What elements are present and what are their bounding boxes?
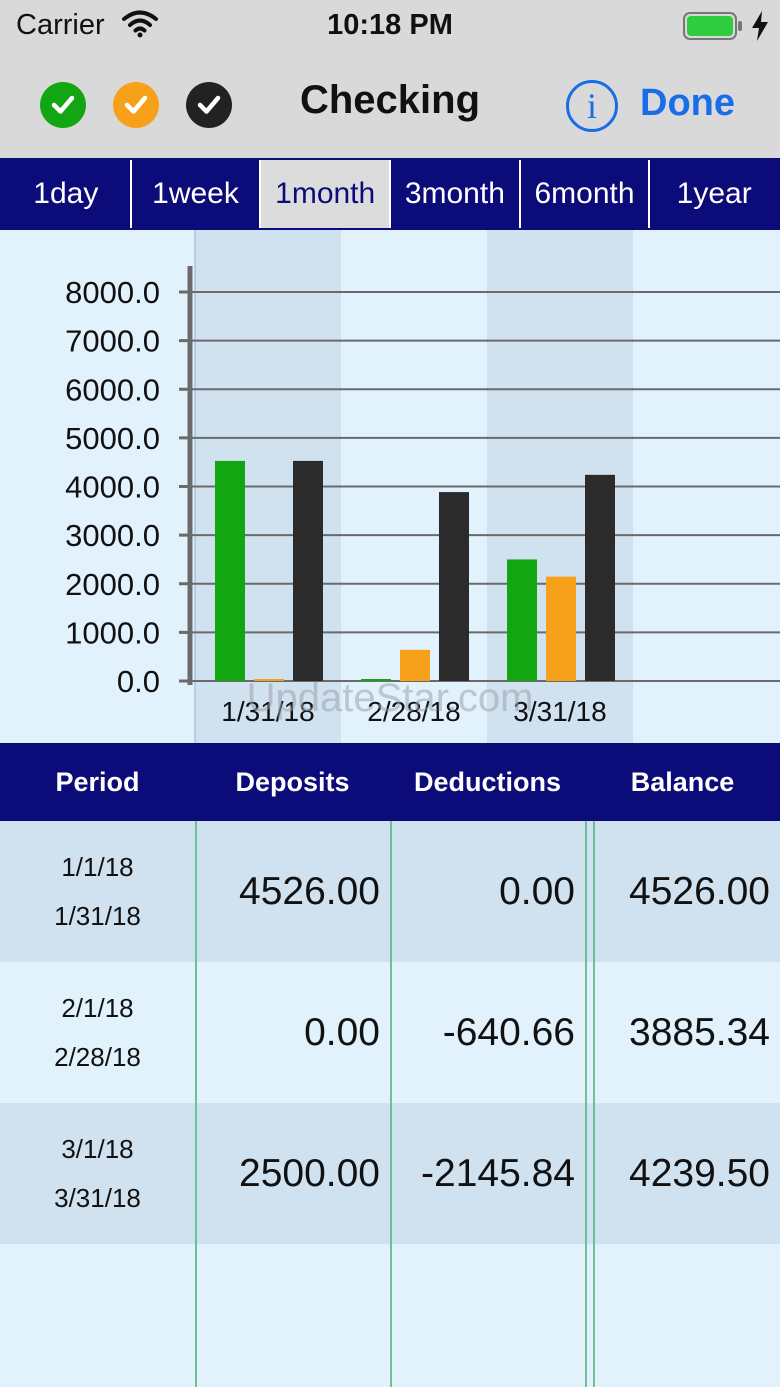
column-divider [593,821,595,1387]
y-tick-label: 4000.0 [65,470,160,505]
nav-bar: Checking i Done [0,54,780,158]
y-tick-label: 0.0 [117,664,160,699]
balance-cell: 3885.34 [629,1010,770,1054]
charging-bolt-icon [750,10,770,47]
deductions-cell: -640.66 [442,1010,575,1054]
period-end: 1/31/18 [54,900,141,931]
watermark: UpdateStar.com [247,676,534,720]
y-tick-label: 7000.0 [65,324,160,359]
summary-table: 1/1/18 1/31/18 4526.00 0.00 4526.00 2/1/… [0,821,780,1387]
period-end: 3/31/18 [54,1182,141,1213]
segment-1day[interactable]: 1day [2,160,130,228]
period-start: 1/1/18 [61,851,134,882]
period-cell: 3/1/18 3/31/18 [0,1103,195,1244]
period-start: 3/1/18 [61,1133,134,1164]
period-cell: 1/1/18 1/31/18 [0,821,195,962]
header-balance: Balance [630,766,735,797]
done-button[interactable]: Done [640,82,735,125]
green-check-icon[interactable] [40,82,86,128]
deductions-cell: -2145.84 [421,1151,575,1195]
bar [585,474,615,681]
y-tick-label: 1000.0 [65,615,160,650]
page-title: Checking [299,78,481,122]
segment-1year[interactable]: 1year [648,160,778,228]
orange-check-icon[interactable] [113,82,159,128]
info-button[interactable]: i [566,80,618,132]
bar-chart-svg: 0.0 1000.0 2000.0 3000.0 4000.0 5000.0 6000.0 7… [65,230,780,743]
bar [293,460,323,681]
table-header: Period Deposits Deductions Balance [0,743,780,821]
header-deposits: Deposits [235,766,350,797]
bar [439,492,469,681]
balance-cell: 4526.00 [629,869,770,913]
clock: 10:18 PM [327,9,453,41]
bar [507,559,537,681]
y-tick-label: 5000.0 [65,421,160,456]
balance-cell: 4239.50 [629,1151,770,1195]
status-bar: Carrier 10:18 PM [0,0,780,54]
period-segmented-control: 1day 1week 1month 3month 6month 1year [0,158,780,230]
bar [215,460,245,681]
period-start: 2/1/18 [61,992,134,1023]
segment-1month[interactable]: 1month [259,160,390,228]
deposits-cell: 0.00 [304,1010,380,1054]
segment-6month[interactable]: 6month [518,160,649,228]
bar [546,576,576,681]
black-check-icon[interactable] [186,82,232,128]
deposits-cell: 4526.00 [239,869,380,913]
column-divider [390,821,392,1387]
column-divider [195,821,197,1387]
y-tick-label: 8000.0 [65,275,160,310]
segment-1week[interactable]: 1week [129,160,260,228]
segment-3month[interactable]: 3month [389,160,519,228]
period-end: 2/28/18 [54,1041,141,1072]
y-tick-label: 3000.0 [65,518,160,553]
bar-chart: 0.0 1000.0 2000.0 3000.0 4000.0 5000.0 6000.0 7… [0,230,780,743]
header-period: Period [55,766,140,797]
column-divider [585,821,587,1387]
header-deductions: Deductions [413,766,561,797]
y-tick-label: 2000.0 [65,567,160,602]
deductions-cell: 0.00 [499,869,575,913]
battery-icon [683,12,743,45]
period-cell: 2/1/18 2/28/18 [0,962,195,1103]
y-tick-label: 6000.0 [65,372,160,407]
deposits-cell: 2500.00 [239,1151,380,1195]
